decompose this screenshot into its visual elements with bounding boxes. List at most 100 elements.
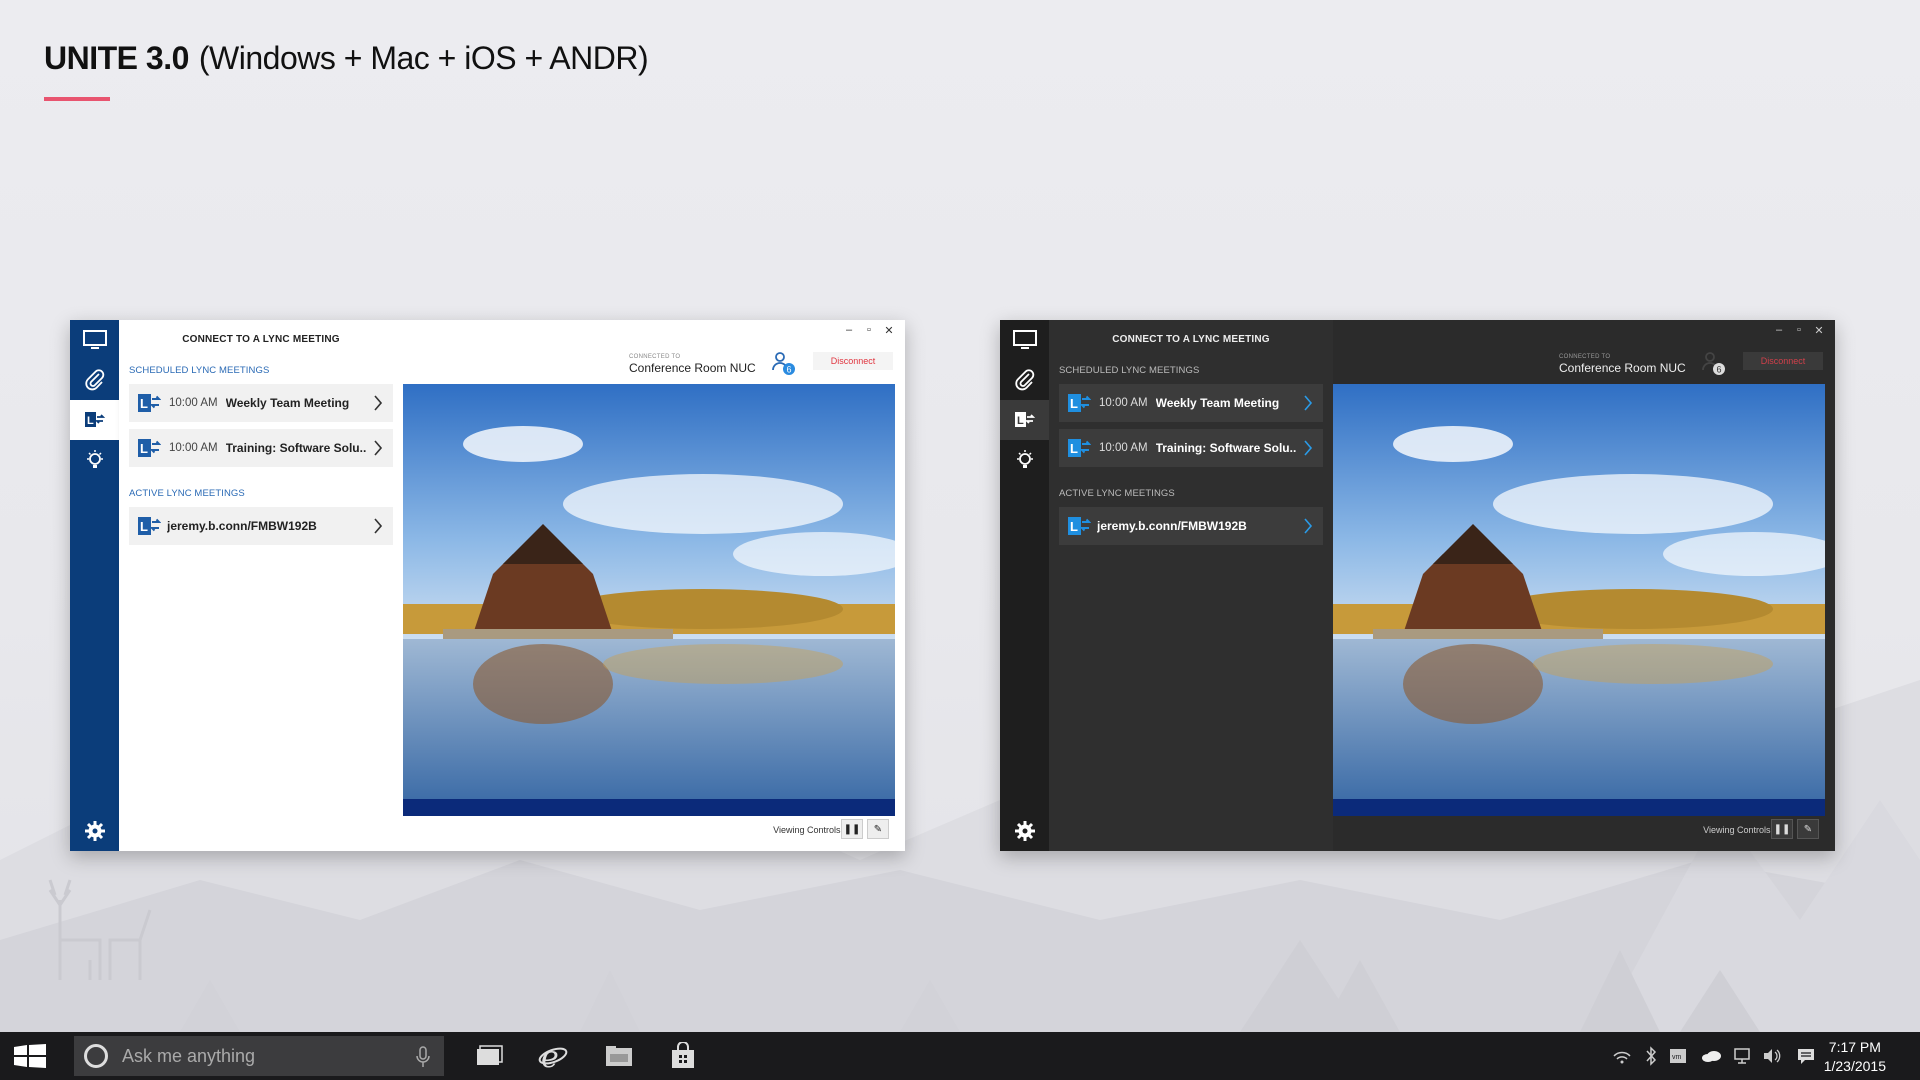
- lync-panel: CONNECT TO A LYNC MEETING SCHEDULED LYNC…: [1049, 320, 1333, 851]
- scheduled-label: SCHEDULED LYNC MEETINGS: [1059, 365, 1200, 376]
- page-title: UNITE 3.0 (Windows + Mac + iOS + ANDR): [44, 40, 649, 77]
- user-count: 6: [787, 365, 792, 375]
- taskbar: Ask me anything e vm 7:17 PM 1/23/2015: [0, 1032, 1920, 1080]
- chevron-right-icon: [1304, 518, 1313, 534]
- svg-text:L: L: [1070, 519, 1078, 534]
- user-count: 6: [1717, 365, 1722, 375]
- content-area: – ▫ ✕ CONNECTED TO Conference Room NUC 6…: [1333, 320, 1835, 851]
- content-area: – ▫ ✕ CONNECTED TO Conference Room NUC 6…: [403, 320, 905, 851]
- page-subtitle: (Windows + Mac + iOS + ANDR): [198, 40, 649, 76]
- lync-panel: CONNECT TO A LYNC MEETING SCHEDULED LYNC…: [119, 320, 403, 851]
- lync-icon: L: [1014, 412, 1035, 427]
- search-box[interactable]: Ask me anything: [74, 1036, 444, 1076]
- active-meeting-1[interactable]: L jeremy.b.conn/FMBW192B: [1059, 507, 1323, 545]
- task-view-icon[interactable]: [474, 1042, 504, 1070]
- active-meeting-1[interactable]: L jeremy.b.conn/FMBW192B: [129, 507, 393, 545]
- nav-ideas-button[interactable]: [1000, 440, 1049, 480]
- lync-icon: L: [1068, 439, 1091, 457]
- scheduled-label: SCHEDULED LYNC MEETINGS: [129, 365, 270, 376]
- action-center-icon[interactable]: [1796, 1046, 1816, 1066]
- users-icon[interactable]: 6: [1701, 350, 1727, 376]
- minimize-button[interactable]: –: [843, 324, 855, 337]
- nav-lync-button[interactable]: L: [70, 400, 119, 440]
- svg-text:e: e: [541, 1042, 559, 1070]
- chevron-right-icon: [374, 518, 383, 534]
- vmware-icon[interactable]: vm: [1668, 1046, 1688, 1066]
- disconnect-button[interactable]: Disconnect: [813, 352, 893, 370]
- pause-button[interactable]: ❚❚: [841, 819, 863, 839]
- meeting-time: 10:00 AM: [1099, 442, 1148, 454]
- bluetooth-icon[interactable]: [1644, 1046, 1658, 1066]
- settings-button[interactable]: [1000, 811, 1049, 851]
- meeting-title: Training: Software Solu...: [1155, 441, 1296, 455]
- active-label: ACTIVE LYNC MEETINGS: [129, 488, 245, 499]
- meeting-time: 10:00 AM: [169, 397, 218, 409]
- meeting-title: Weekly Team Meeting: [1155, 396, 1280, 410]
- pause-button[interactable]: ❚❚: [1771, 819, 1793, 839]
- maximize-button[interactable]: ▫: [1793, 324, 1805, 337]
- window-controls: – ▫ ✕: [1773, 324, 1825, 337]
- svg-text:L: L: [87, 415, 94, 427]
- nav-screen-button[interactable]: [70, 320, 119, 360]
- scheduled-meeting-2[interactable]: L 10:00 AM Training: Software Solu...: [1059, 429, 1323, 467]
- scheduled-meeting-2[interactable]: L 10:00 AM Training: Software Solu...: [129, 429, 393, 467]
- viewing-controls-label: Viewing Controls:: [1703, 825, 1773, 835]
- clock[interactable]: 7:17 PM 1/23/2015: [1824, 1038, 1886, 1076]
- close-button[interactable]: ✕: [883, 324, 895, 337]
- svg-text:L: L: [1017, 415, 1024, 427]
- monitor-icon: [1012, 330, 1037, 349]
- nav-rail: L: [70, 320, 119, 851]
- microphone-icon[interactable]: [416, 1046, 430, 1068]
- internet-explorer-icon[interactable]: e: [538, 1042, 568, 1070]
- svg-text:L: L: [140, 396, 148, 411]
- chevron-right-icon: [1304, 440, 1313, 456]
- meeting-time: 10:00 AM: [169, 442, 218, 454]
- pause-icon: ❚❚: [1773, 823, 1791, 835]
- gear-icon: [1014, 821, 1035, 841]
- paperclip-icon: [1014, 369, 1034, 391]
- viewing-controls-label: Viewing Controls:: [773, 825, 843, 835]
- scheduled-meeting-1[interactable]: L 10:00 AM Weekly Team Meeting: [129, 384, 393, 422]
- file-explorer-icon[interactable]: [604, 1042, 634, 1070]
- nav-attach-button[interactable]: [1000, 360, 1049, 400]
- room-name: Conference Room NUC: [1559, 361, 1686, 375]
- meeting-title: jeremy.b.conn/FMBW192B: [1097, 519, 1247, 533]
- settings-button[interactable]: [70, 811, 119, 851]
- meeting-title: Weekly Team Meeting: [225, 396, 350, 410]
- users-icon[interactable]: 6: [771, 350, 797, 376]
- nav-ideas-button[interactable]: [70, 440, 119, 480]
- dark-theme-window: L CONNECT TO A LYNC MEETING SCHEDULED LY…: [1000, 320, 1835, 851]
- nav-screen-button[interactable]: [1000, 320, 1049, 360]
- lync-icon: L: [138, 394, 161, 412]
- disconnect-button[interactable]: Disconnect: [1743, 352, 1823, 370]
- chevron-right-icon: [374, 395, 383, 411]
- store-icon[interactable]: [668, 1042, 698, 1070]
- onedrive-icon[interactable]: [1700, 1046, 1722, 1066]
- draw-button[interactable]: ✎: [1797, 819, 1819, 839]
- wired-network-icon[interactable]: [1732, 1046, 1752, 1066]
- brand-title: UNITE 3.0: [44, 40, 189, 76]
- close-button[interactable]: ✕: [1813, 324, 1825, 337]
- connected-to-label: CONNECTED TO: [629, 354, 681, 360]
- lightbulb-icon: [86, 450, 103, 468]
- monitor-icon: [82, 330, 107, 349]
- scheduled-meeting-1[interactable]: L 10:00 AM Weekly Team Meeting: [1059, 384, 1323, 422]
- active-label: ACTIVE LYNC MEETINGS: [1059, 488, 1175, 499]
- svg-text:L: L: [140, 441, 148, 456]
- lync-icon: L: [1068, 394, 1091, 412]
- network-icon[interactable]: [1612, 1046, 1632, 1066]
- panel-title: CONNECT TO A LYNC MEETING: [1112, 334, 1270, 345]
- nav-lync-button[interactable]: L: [1000, 400, 1049, 440]
- volume-icon[interactable]: [1762, 1046, 1782, 1066]
- maximize-button[interactable]: ▫: [863, 324, 875, 337]
- lync-icon: L: [84, 412, 105, 427]
- lync-icon: L: [1068, 517, 1091, 535]
- search-placeholder: Ask me anything: [122, 1045, 256, 1066]
- nav-attach-button[interactable]: [70, 360, 119, 400]
- lync-icon: L: [138, 439, 161, 457]
- minimize-button[interactable]: –: [1773, 324, 1785, 337]
- nav-rail: L: [1000, 320, 1049, 851]
- draw-button[interactable]: ✎: [867, 819, 889, 839]
- room-name: Conference Room NUC: [629, 361, 756, 375]
- windows-start-icon[interactable]: [14, 1044, 46, 1068]
